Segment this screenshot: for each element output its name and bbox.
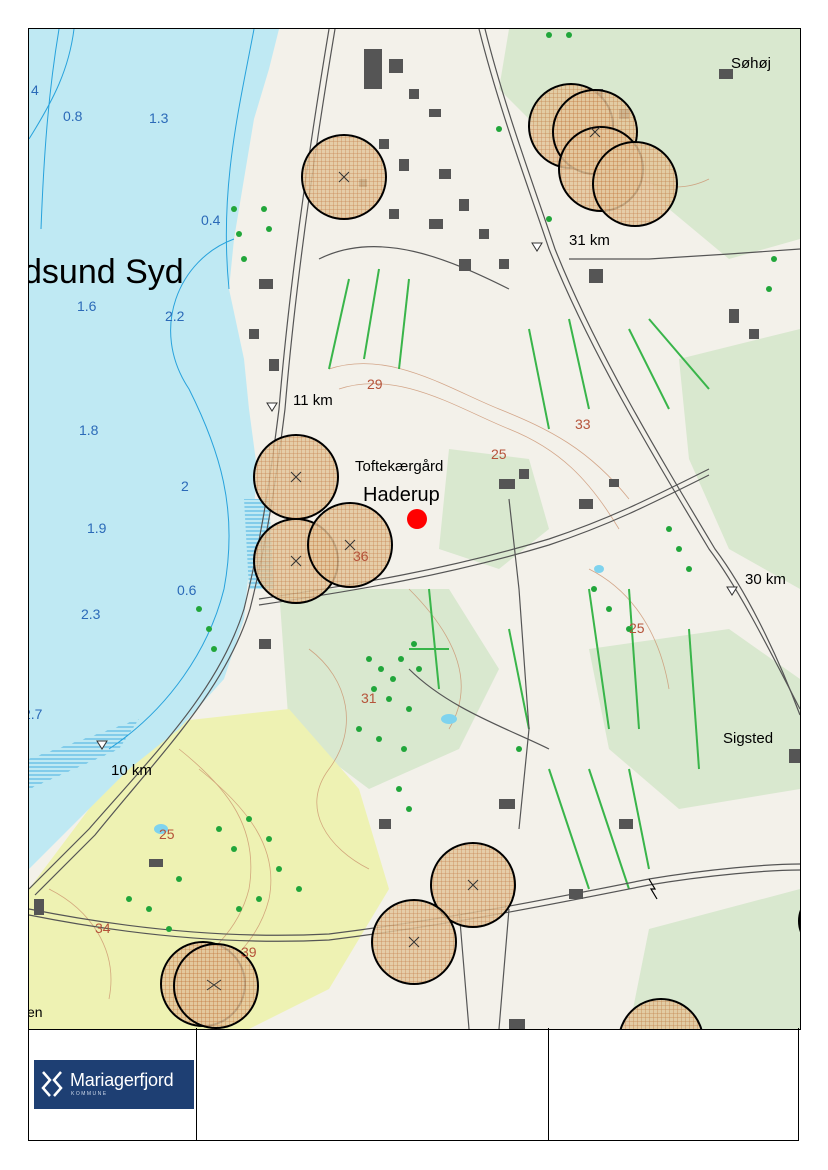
depth-label: 1.3: [149, 110, 169, 126]
elevation-label: 25: [629, 620, 645, 636]
depth-label: 1.8: [79, 422, 99, 438]
depth-label: 2.2: [165, 308, 185, 324]
elevation-label: 34: [95, 920, 111, 936]
distance-marker: 31 km: [569, 232, 610, 249]
farm-label: Toftekærgård: [355, 458, 443, 475]
depth-label: 2.3: [81, 606, 101, 622]
village-label: Haderup: [363, 484, 440, 506]
elevation-label: 29: [367, 376, 383, 392]
elevation-label: 39: [241, 944, 257, 960]
municipality-logo: Mariagerfjord KOMMUNE: [34, 1060, 194, 1109]
depth-label: 1.6: [77, 298, 97, 314]
distance-marker: 30 km: [745, 571, 786, 588]
elevation-label: 33: [575, 416, 591, 432]
title-block: Mariagerfjord KOMMUNE: [28, 1028, 799, 1141]
elevation-label: 31: [361, 690, 377, 706]
depth-label: 0.8: [63, 108, 83, 124]
depth-label: 1.9: [87, 520, 107, 536]
distance-marker: 11 km: [293, 392, 333, 409]
sigsted-label: Sigsted: [723, 730, 773, 747]
map-view[interactable]: dsund Syd Toftekærgård Haderup Søhøj Sig…: [28, 28, 801, 1030]
logo-cell: Mariagerfjord KOMMUNE: [29, 1028, 197, 1140]
info-cell: [549, 1028, 800, 1140]
elevation-label: 36: [353, 548, 369, 564]
logo-subtitle: KOMMUNE: [71, 1091, 108, 1097]
elevation-label: 25: [159, 826, 175, 842]
depth-label: 2.7: [29, 706, 43, 722]
edge-label: en: [29, 1004, 43, 1020]
title-cell: [197, 1028, 549, 1140]
location-marker[interactable]: [407, 509, 427, 529]
depth-label: 0.6: [177, 582, 197, 598]
buffer-zone-circle[interactable]: [592, 141, 678, 227]
distance-marker: 10 km: [111, 762, 152, 779]
logo-name: Mariagerfjord: [70, 1070, 174, 1090]
depth-label: 0.4: [201, 212, 221, 228]
sohoj-label: Søhøj: [731, 55, 771, 72]
depth-label: 4: [31, 82, 39, 98]
depth-label: 2: [181, 478, 189, 494]
region-label: dsund Syd: [29, 253, 184, 291]
logo-mark-icon: [41, 1071, 63, 1097]
elevation-label: 25: [491, 446, 507, 462]
